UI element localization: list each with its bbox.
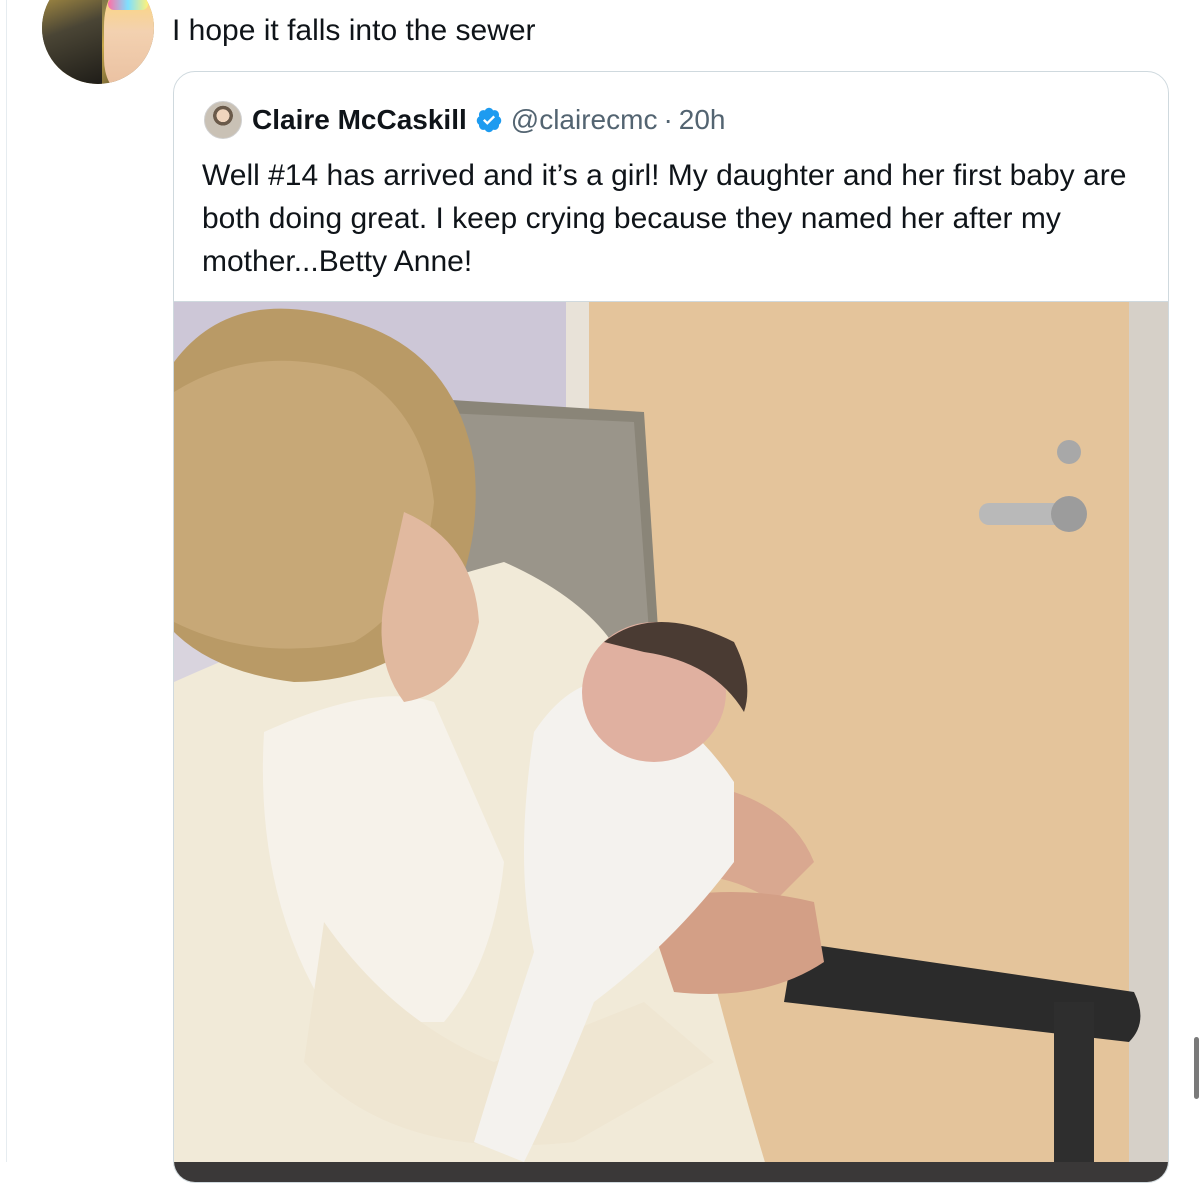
reply-user-avatar[interactable]	[42, 0, 154, 84]
quoted-tweet-header: Claire McCaskill @clairecmc · 20h	[204, 100, 726, 140]
tweet-timestamp[interactable]: 20h	[679, 104, 726, 136]
tweet-photo[interactable]	[174, 301, 1168, 1183]
reply-tweet-text: I hope it falls into the sewer	[172, 14, 536, 47]
quoted-author-avatar[interactable]	[204, 101, 242, 139]
scrollbar-thumb[interactable]	[1194, 1037, 1199, 1099]
quoted-tweet-text: Well #14 has arrived and it’s a girl! My…	[202, 159, 1127, 278]
quoted-author-handle[interactable]: @clairecmc	[511, 104, 658, 136]
timeline-thread-line	[6, 0, 7, 1162]
verified-badge-icon	[476, 107, 502, 133]
quoted-tweet-card[interactable]: Claire McCaskill @clairecmc · 20h Well #…	[173, 71, 1169, 1183]
header-separator: ·	[663, 104, 673, 135]
quoted-author-name[interactable]: Claire McCaskill	[252, 104, 467, 136]
